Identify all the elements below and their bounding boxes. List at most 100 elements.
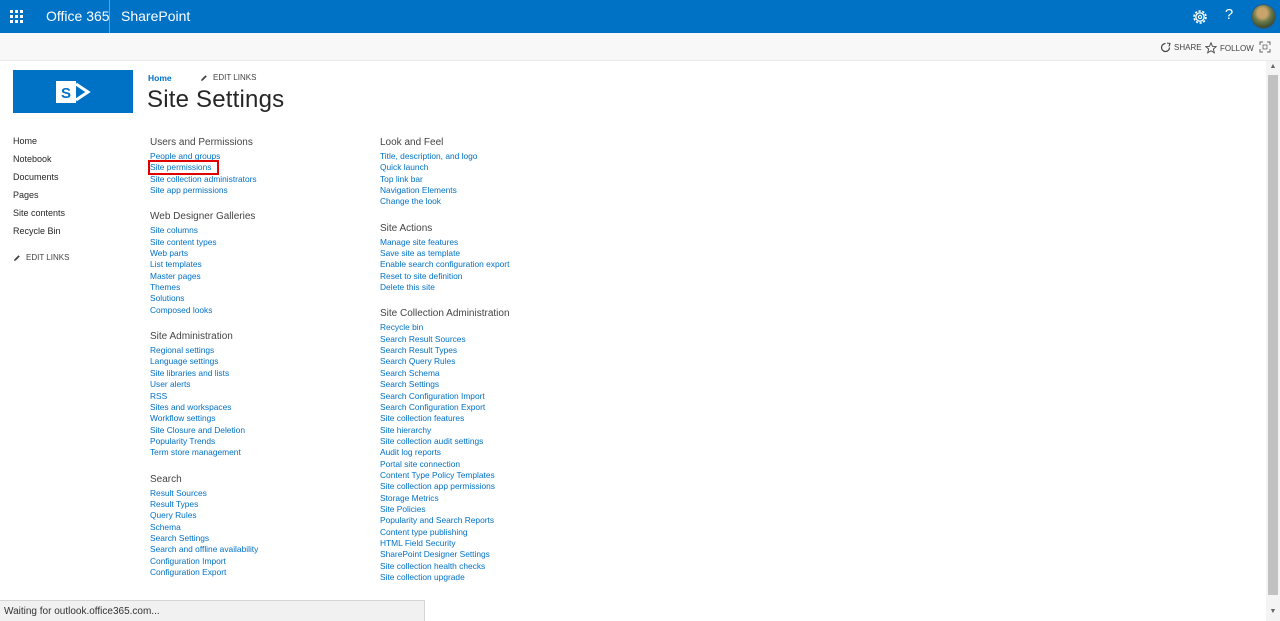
settings-link[interactable]: Site collection administrators — [150, 174, 258, 185]
settings-link[interactable]: HTML Field Security — [380, 538, 510, 549]
settings-link[interactable]: Site collection app permissions — [380, 481, 510, 492]
settings-link[interactable]: Web parts — [150, 248, 258, 259]
avatar[interactable] — [1251, 4, 1276, 29]
group-heading: Search — [150, 473, 182, 485]
site-permissions-link[interactable]: Site permissions — [147, 160, 258, 176]
look-and-feel-group: Look and Feel Title, description, and lo… — [380, 137, 510, 208]
settings-link[interactable]: Search Settings — [150, 533, 258, 544]
star-icon — [1205, 42, 1217, 54]
settings-link[interactable]: Popularity and Search Reports — [380, 515, 510, 526]
settings-link[interactable]: List templates — [150, 259, 258, 270]
settings-link[interactable]: Language settings — [150, 356, 258, 367]
settings-link[interactable]: Site hierarchy — [380, 425, 510, 436]
settings-link[interactable]: Content Type Policy Templates — [380, 470, 510, 481]
office365-brand-link[interactable]: Office 365 — [46, 8, 110, 24]
settings-link[interactable]: Configuration Export — [150, 567, 258, 578]
settings-link[interactable]: Site collection features — [380, 413, 510, 424]
settings-link[interactable]: Delete this site — [380, 282, 510, 293]
settings-link[interactable]: Site collection upgrade — [380, 572, 510, 583]
settings-link[interactable]: Top link bar — [380, 174, 510, 185]
settings-link[interactable]: Site collection audit settings — [380, 436, 510, 447]
breadcrumb-home-link[interactable]: Home — [148, 73, 172, 83]
settings-link[interactable]: Search Result Sources — [380, 334, 510, 345]
settings-link[interactable]: Enable search configuration export — [380, 259, 510, 270]
help-icon[interactable]: ? — [1222, 6, 1236, 23]
settings-link[interactable]: Reset to site definition — [380, 271, 510, 282]
settings-link[interactable]: Term store management — [150, 447, 258, 458]
settings-link[interactable]: Search Query Rules — [380, 356, 510, 367]
settings-link[interactable]: Solutions — [150, 293, 258, 304]
settings-link[interactable]: Audit log reports — [380, 447, 510, 458]
settings-link[interactable]: Navigation Elements — [380, 185, 510, 196]
settings-link[interactable]: Manage site features — [380, 237, 510, 248]
settings-link[interactable]: User alerts — [150, 379, 258, 390]
search-group: Search Result Sources Result Types Query… — [150, 474, 258, 579]
site-administration-group: Site Administration Regional settings La… — [150, 331, 258, 458]
nav-item-notebook[interactable]: Notebook — [13, 153, 69, 171]
settings-link[interactable]: Search Schema — [380, 368, 510, 379]
settings-link[interactable]: Search Configuration Import — [380, 391, 510, 402]
page-title: Site Settings — [147, 86, 285, 113]
settings-link[interactable]: Themes — [150, 282, 258, 293]
users-and-permissions-group: Users and Permissions People and groups … — [147, 137, 258, 196]
nav-item-site-contents[interactable]: Site contents — [13, 207, 69, 225]
share-icon — [1160, 42, 1171, 53]
follow-label: FOLLOW — [1220, 43, 1254, 53]
settings-link[interactable]: Schema — [150, 522, 258, 533]
top-edit-links-button[interactable]: EDIT LINKS — [200, 73, 256, 82]
sharepoint-logo-icon: S — [56, 80, 91, 103]
settings-link[interactable]: Sites and workspaces — [150, 402, 258, 413]
settings-link[interactable]: Storage Metrics — [380, 493, 510, 504]
settings-link[interactable]: Popularity Trends — [150, 436, 258, 447]
settings-link[interactable]: Site collection health checks — [380, 561, 510, 572]
settings-link[interactable]: Master pages — [150, 271, 258, 282]
settings-link[interactable]: Change the look — [380, 196, 510, 207]
nav-item-documents[interactable]: Documents — [13, 171, 69, 189]
sharepoint-app-link[interactable]: SharePoint — [121, 8, 190, 24]
settings-link[interactable]: Result Types — [150, 499, 258, 510]
follow-button[interactable]: FOLLOW — [1205, 42, 1254, 54]
scroll-down-arrow-icon[interactable]: ▼ — [1268, 607, 1278, 617]
settings-link[interactable]: Quick launch — [380, 162, 510, 173]
settings-link[interactable]: Query Rules — [150, 510, 258, 521]
scroll-thumb[interactable] — [1268, 75, 1278, 595]
settings-link[interactable]: Search and offline availability — [150, 544, 258, 555]
focus-content-icon[interactable] — [1259, 41, 1271, 53]
settings-link[interactable]: People and groups — [150, 151, 258, 162]
settings-link[interactable]: SharePoint Designer Settings — [380, 549, 510, 560]
group-heading: Site Actions — [380, 222, 433, 234]
settings-link[interactable]: Site Policies — [380, 504, 510, 515]
group-heading: Web Designer Galleries — [150, 211, 256, 223]
settings-link[interactable]: Composed looks — [150, 305, 258, 316]
nav-item-recycle-bin[interactable]: Recycle Bin — [13, 225, 69, 243]
settings-link[interactable]: Regional settings — [150, 345, 258, 356]
settings-link[interactable]: Search Settings — [380, 379, 510, 390]
settings-link[interactable]: RSS — [150, 391, 258, 402]
settings-link[interactable]: Title, description, and logo — [380, 151, 510, 162]
nav-item-pages[interactable]: Pages — [13, 189, 69, 207]
settings-link[interactable]: Search Result Types — [380, 345, 510, 356]
settings-link[interactable]: Result Sources — [150, 488, 258, 499]
settings-link[interactable]: Site content types — [150, 237, 258, 248]
settings-link[interactable]: Site Closure and Deletion — [150, 425, 258, 436]
nav-edit-links-button[interactable]: EDIT LINKS — [13, 253, 69, 262]
settings-link[interactable]: Save site as template — [380, 248, 510, 259]
settings-link[interactable]: Site libraries and lists — [150, 368, 258, 379]
settings-link[interactable]: Workflow settings — [150, 413, 258, 424]
settings-link[interactable]: Portal site connection — [380, 459, 510, 470]
settings-link[interactable]: Content type publishing — [380, 527, 510, 538]
suite-bar: Office 365 SharePoint ? — [0, 0, 1280, 33]
settings-link[interactable]: Recycle bin — [380, 322, 510, 333]
app-launcher-icon[interactable] — [0, 0, 33, 33]
settings-link[interactable]: Site columns — [150, 225, 258, 236]
pencil-icon — [14, 254, 20, 261]
settings-link[interactable]: Site app permissions — [150, 185, 258, 196]
settings-link[interactable]: Configuration Import — [150, 556, 258, 567]
nav-item-home[interactable]: Home — [13, 135, 69, 153]
site-logo[interactable]: S — [13, 70, 133, 113]
settings-link[interactable]: Search Configuration Export — [380, 402, 510, 413]
group-heading: Look and Feel — [380, 137, 444, 148]
share-button[interactable]: SHARE — [1160, 42, 1202, 53]
scroll-up-arrow-icon[interactable]: ▲ — [1268, 62, 1278, 72]
gear-icon[interactable] — [1190, 7, 1210, 27]
